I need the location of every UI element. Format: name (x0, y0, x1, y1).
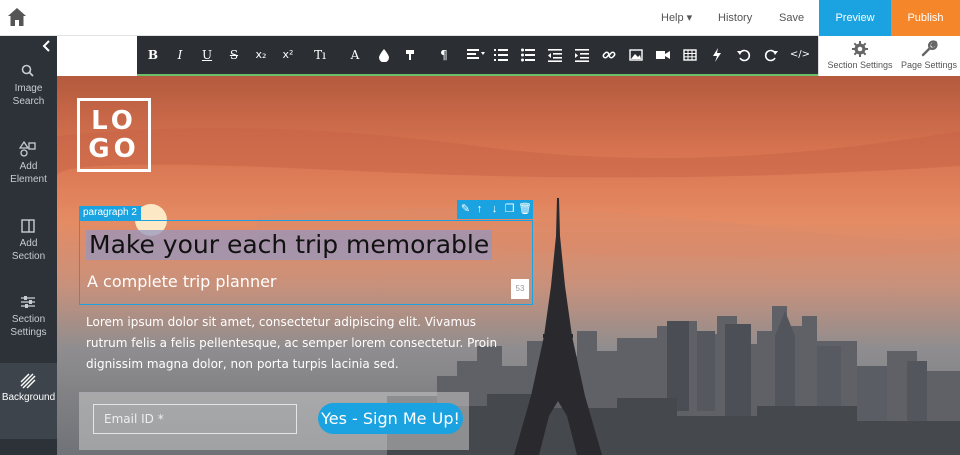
sidebar-item-label: Add (19, 161, 38, 172)
publish-button[interactable]: Publish (891, 0, 960, 36)
sidebar-item-add-section[interactable]: Add Section (0, 217, 57, 293)
subheadline-text[interactable]: A complete trip planner (87, 272, 277, 291)
settings-panel: Section Settings Page Settings (818, 36, 960, 76)
section-settings-button[interactable]: Section Settings (825, 36, 895, 76)
duplicate-icon[interactable]: ❐ (503, 202, 516, 216)
sidebar-item-label: Settings (10, 327, 47, 338)
strikethrough-button[interactable]: S (223, 36, 245, 74)
text-size-dropdown[interactable]: Tı (305, 36, 335, 74)
indent-icon[interactable] (575, 48, 589, 62)
edit-icon[interactable]: ✎ (459, 202, 472, 216)
shapes-icon (19, 140, 36, 157)
element-toolbar: ✎ ↑ ↓ ❐ 🗑 (457, 200, 533, 219)
collapse-chevron-icon[interactable] (41, 40, 53, 52)
search-icon (21, 64, 34, 77)
redo-icon[interactable] (764, 48, 778, 62)
undo-icon[interactable] (737, 48, 751, 62)
top-bar: Help ▾ History Save Preview Publish (0, 0, 960, 36)
superscript-button[interactable]: x² (277, 36, 299, 74)
delete-icon[interactable]: 🗑 (518, 202, 532, 216)
sliders-icon (21, 296, 35, 308)
page-settings-button[interactable]: Page Settings (899, 36, 959, 76)
save-button[interactable]: Save (779, 0, 804, 36)
text-format-toolbar: B I U S x₂ x² Tı A ¶ </> (137, 36, 818, 76)
sidebar-item-image-search[interactable]: Image Search (0, 62, 57, 138)
history-button[interactable]: History (718, 0, 752, 36)
lightning-icon[interactable] (710, 48, 724, 62)
sidebar-item-label: Section (11, 314, 46, 325)
sidebar-item-background[interactable]: Background (0, 363, 57, 439)
unordered-list-icon[interactable] (521, 48, 535, 62)
color-drop-icon[interactable] (377, 48, 391, 62)
video-icon[interactable] (656, 48, 670, 62)
underline-button[interactable]: U (196, 36, 218, 74)
section-icon (21, 219, 35, 233)
sidebar-item-label: Element (10, 174, 47, 185)
sidebar-item-label: Search (12, 96, 45, 107)
signup-form: Yes - Sign Me Up! (79, 392, 469, 450)
move-up-icon[interactable]: ↑ (473, 202, 486, 216)
page-settings-label: Page Settings (900, 60, 958, 70)
logo[interactable]: LO GO (77, 98, 151, 172)
headline-text[interactable]: Make your each trip memorable (86, 230, 493, 260)
outdent-icon[interactable] (548, 48, 562, 62)
gear-icon (852, 41, 868, 57)
move-down-icon[interactable]: ↓ (488, 202, 501, 216)
section-settings-label: Section Settings (827, 60, 893, 70)
selection-label: paragraph 2 (79, 206, 141, 220)
italic-button[interactable]: I (169, 36, 191, 74)
font-dropdown[interactable]: A (340, 36, 370, 74)
wrench-icon (921, 40, 938, 57)
help-menu[interactable]: Help ▾ (661, 0, 692, 36)
toolbar-spacer (57, 36, 137, 76)
paragraph-dropdown[interactable]: ¶ (430, 36, 458, 74)
link-icon[interactable] (602, 48, 616, 62)
email-input[interactable] (93, 404, 297, 434)
logo-text-line1: LO (91, 106, 137, 136)
home-icon[interactable] (6, 6, 28, 28)
logo-text-line2: GO (88, 134, 140, 164)
signup-button[interactable]: Yes - Sign Me Up! (318, 403, 463, 434)
preview-button[interactable]: Preview (819, 0, 891, 36)
subscript-button[interactable]: x₂ (250, 36, 272, 74)
table-icon[interactable] (683, 48, 697, 62)
sidebar-item-label: Section (11, 251, 46, 262)
sidebar-item-add-element[interactable]: Add Element (0, 140, 57, 216)
highlight-brush-icon[interactable] (403, 48, 417, 62)
hero-section[interactable]: LO GO paragraph 2 ✎ ↑ ↓ ❐ 🗑 Make your ea… (57, 76, 960, 455)
code-view-button[interactable]: </> (788, 36, 812, 74)
align-dropdown-icon[interactable] (467, 48, 485, 62)
sidebar-item-label: Add (19, 238, 38, 249)
sidebar-item-section-settings[interactable]: Section Settings (0, 293, 57, 369)
body-paragraph[interactable]: Lorem ipsum dolor sit amet, consectetur … (86, 312, 516, 375)
ordered-list-icon[interactable] (494, 48, 508, 62)
bold-button[interactable]: B (142, 36, 164, 74)
sidebar-item-label: Image (14, 83, 43, 94)
sidebar-item-label: Background (1, 392, 56, 403)
image-icon[interactable] (629, 48, 643, 62)
resize-handle[interactable]: 53 (511, 279, 529, 299)
left-sidebar: Image Search Add Element Add Section Sec… (0, 36, 57, 455)
background-icon (20, 373, 36, 389)
